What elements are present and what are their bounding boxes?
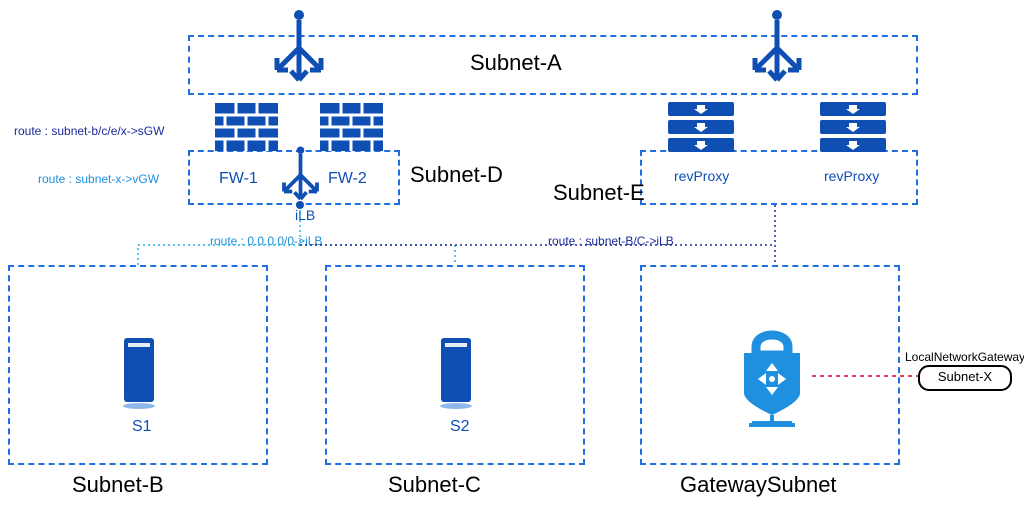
connection-lines xyxy=(0,0,1024,507)
